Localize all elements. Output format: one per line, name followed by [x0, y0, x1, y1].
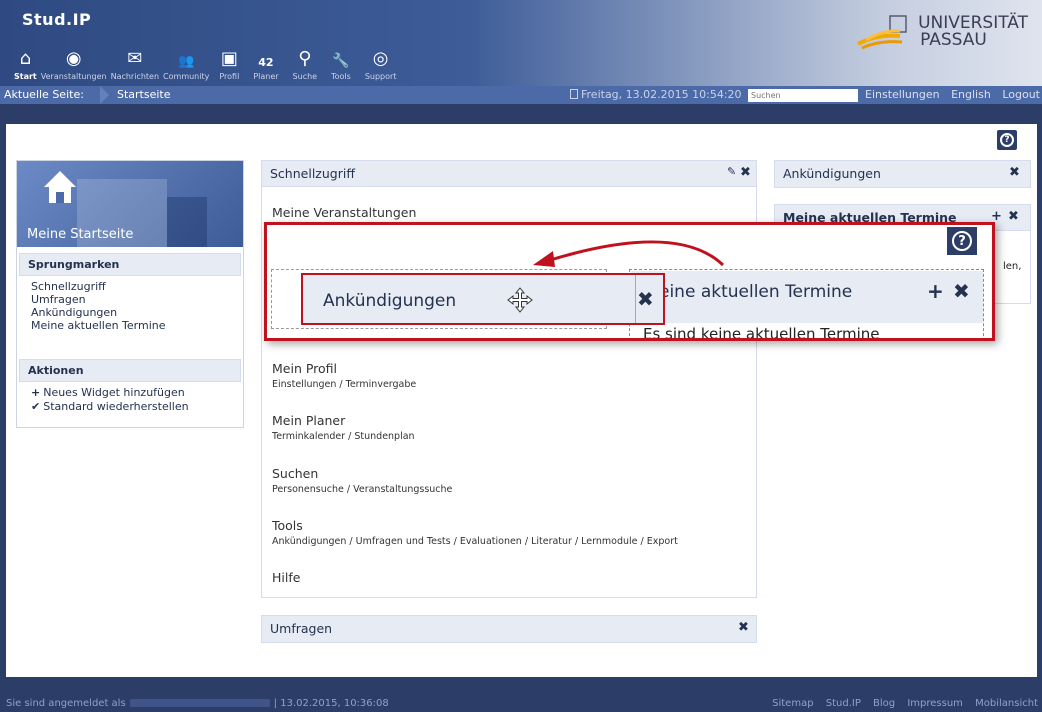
close-icon[interactable]: ✖	[738, 620, 749, 635]
university-logo[interactable]: UNIVERSITÄT PASSAU	[856, 14, 1028, 50]
help-button[interactable]: ?	[997, 130, 1017, 150]
drag-zoom-overlay: eine aktuellen Termine + ✖ Es sind keine…	[264, 222, 995, 341]
announcements-widget: Ankündigungen ✖	[774, 160, 1031, 188]
help-button-zoomed[interactable]: ?	[947, 227, 977, 255]
hero-shape	[167, 197, 207, 247]
quickaccess-item[interactable]: Meine Veranstaltungen	[272, 205, 416, 220]
quickaccess-title: Schnellzugriff	[270, 166, 355, 181]
redacted-username	[129, 699, 270, 707]
jump-link-umfragen[interactable]: Umfragen	[19, 293, 241, 306]
actions-header: Aktionen	[19, 359, 241, 382]
breadcrumb-current[interactable]: Startseite	[117, 88, 171, 101]
mail-icon: ✉	[127, 48, 143, 69]
nav-support[interactable]: ◎ Support	[365, 38, 397, 81]
profile-icon: ▣	[220, 48, 238, 69]
breadcrumb-arrow-icon	[100, 86, 109, 104]
add-icon[interactable]: +	[927, 279, 944, 303]
quick-search-input[interactable]	[748, 89, 858, 102]
date-time: Freitag, 13.02.2015 10:54:20	[570, 88, 742, 101]
impressum-link[interactable]: Impressum	[907, 698, 963, 709]
jump-link-termine[interactable]: Meine aktuellen Termine	[19, 319, 241, 332]
quickaccess-item[interactable]: Hilfe	[272, 570, 300, 585]
breadcrumb-label: Aktuelle Seite:	[4, 88, 84, 101]
no-dates-text: Es sind keine aktuellen Termine	[643, 325, 880, 341]
actions-section: Aktionen + Neues Widget hinzufügen ✔ Stand…	[19, 359, 241, 414]
close-icon[interactable]: ✖	[740, 165, 751, 180]
studip-link[interactable]: Stud.IP	[826, 698, 861, 709]
login-info: Sie sind angemeldet als | 13.02.2015, 10:…	[6, 698, 389, 709]
dates-title-zoomed: eine aktuellen Termine	[659, 282, 853, 302]
quickaccess-header[interactable]: Schnellzugriff ✎ ✖	[262, 161, 756, 187]
search-icon: ⚲	[298, 48, 312, 69]
home-large-icon	[44, 171, 76, 203]
help-icon: ?	[1000, 133, 1014, 147]
logout-link[interactable]: Logout	[1002, 88, 1040, 101]
close-icon[interactable]: ✖	[637, 287, 654, 311]
courses-icon: ◉	[65, 48, 82, 69]
sidebar: Meine Startseite Sprungmarken Schnellzug…	[16, 160, 244, 428]
home-icon: ⌂	[19, 48, 32, 69]
close-icon[interactable]: ✖	[953, 279, 970, 303]
plus-icon: +	[31, 386, 41, 399]
settings-link[interactable]: Einstellungen	[865, 88, 940, 101]
quickaccess-item[interactable]: Tools Ankündigungen / Umfragen und Tests…	[272, 518, 678, 547]
footer: Sie sind angemeldet als | 13.02.2015, 10:…	[0, 696, 1042, 712]
top-header: Stud.IP ⌂ Start ◉ Veranstaltungen ✉ Nach…	[0, 0, 1042, 86]
jump-marks-header: Sprungmarken	[19, 253, 241, 276]
nav-suche[interactable]: ⚲ Suche	[293, 38, 318, 81]
blog-link[interactable]: Blog	[873, 698, 895, 709]
wrench-icon: 🔧	[332, 53, 350, 69]
mobile-view-link[interactable]: Mobilansicht	[975, 698, 1038, 709]
nav-planer[interactable]: 42 Planer	[253, 38, 278, 81]
announcements-title: Ankündigungen	[783, 166, 881, 181]
dragged-announcements-widget[interactable]: Ankündigungen ✖	[301, 273, 665, 325]
close-icon[interactable]: ✖	[1008, 209, 1019, 224]
dragged-widget-header[interactable]: Ankündigungen	[307, 279, 632, 321]
drag-arrow-icon	[533, 240, 725, 267]
dates-partial-text: len,	[1003, 261, 1022, 272]
university-swoosh-icon	[857, 15, 907, 50]
announcements-header[interactable]: Ankündigungen ✖	[775, 161, 1030, 187]
nav-tools[interactable]: 🔧 Tools	[331, 38, 351, 81]
nav-nachrichten[interactable]: ✉ Nachrichten	[111, 38, 159, 81]
language-link[interactable]: English	[951, 88, 991, 101]
quickaccess-item[interactable]: Mein Planer Terminkalender / Stundenplan	[272, 413, 415, 442]
quickaccess-item[interactable]: Suchen Personensuche / Veranstaltungssuc…	[272, 466, 452, 495]
main-navigation: ⌂ Start ◉ Veranstaltungen ✉ Nachrichten …	[14, 18, 400, 81]
university-name: UNIVERSITÄT PASSAU	[918, 13, 1028, 50]
restore-default-action[interactable]: ✔ Standard wiederherstellen	[19, 400, 241, 414]
add-widget-action[interactable]: + Neues Widget hinzufügen	[19, 386, 241, 400]
lifebuoy-icon: ◎	[372, 48, 389, 69]
top-links: Einstellungen English Logout	[865, 88, 1042, 101]
jump-link-ankuendigungen[interactable]: Ankündigungen	[19, 306, 241, 319]
jump-marks-section: Sprungmarken Schnellzugriff Umfragen Ank…	[19, 253, 241, 332]
sidebar-title: Meine Startseite	[27, 227, 134, 242]
polls-widget: Umfragen ✖	[261, 615, 757, 643]
calendar-icon: 42	[258, 56, 274, 69]
polls-title: Umfragen	[270, 621, 333, 636]
footer-links: Sitemap Stud.IP Blog Impressum Mobilansi…	[763, 698, 1038, 709]
help-icon: ?	[952, 231, 972, 251]
sidebar-hero: Meine Startseite	[17, 161, 243, 247]
calendar-small-icon	[570, 89, 578, 99]
check-icon: ✔	[31, 400, 41, 413]
divider	[635, 275, 636, 323]
dragged-widget-title: Ankündigungen	[323, 291, 457, 311]
nav-profil[interactable]: ▣ Profil	[219, 38, 239, 81]
move-cursor-icon	[507, 287, 533, 313]
polls-header[interactable]: Umfragen ✖	[262, 616, 756, 642]
breadcrumb-bar: Aktuelle Seite: Startseite Freitag, 13.0…	[0, 86, 1042, 104]
quickaccess-item[interactable]: Mein Profil Einstellungen / Terminvergab…	[272, 361, 416, 390]
jump-link-schnellzugriff[interactable]: Schnellzugriff	[19, 280, 241, 293]
community-icon: 👥	[178, 54, 195, 69]
nav-veranstaltungen[interactable]: ◉ Veranstaltungen	[41, 38, 107, 81]
close-icon[interactable]: ✖	[1009, 165, 1020, 180]
edit-icon[interactable]: ✎	[727, 165, 736, 178]
nav-start[interactable]: ⌂ Start	[14, 38, 37, 81]
nav-community[interactable]: 👥 Community	[163, 38, 209, 81]
sitemap-link[interactable]: Sitemap	[772, 698, 813, 709]
